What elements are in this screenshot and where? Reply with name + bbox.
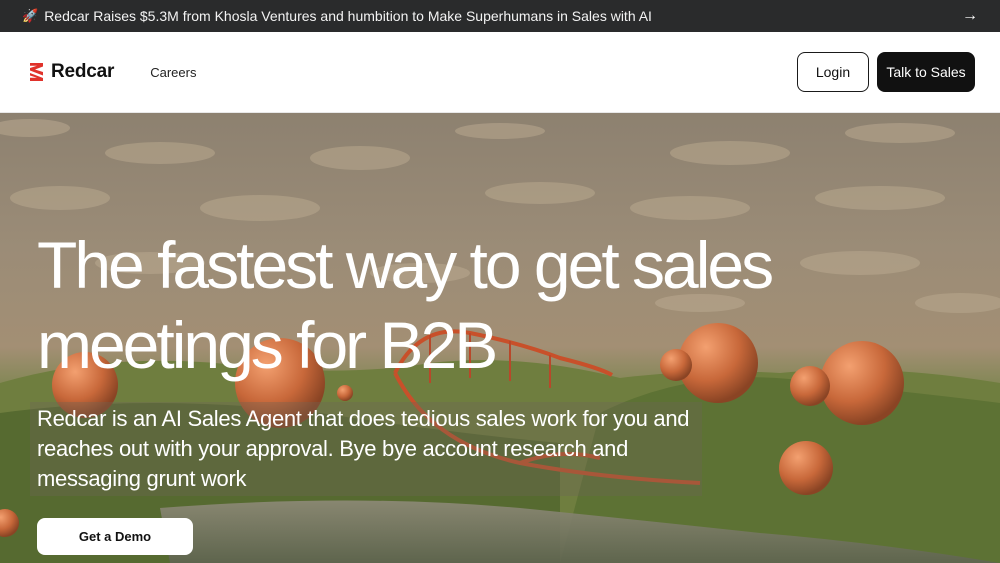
login-button[interactable]: Login [797, 52, 869, 92]
rocket-icon: 🚀 [22, 8, 39, 23]
navbar: Redcar Careers Login Talk to Sales [0, 32, 1000, 113]
hero-section: The fastest way to get sales meetings fo… [0, 113, 1000, 563]
announcement-bar[interactable]: 🚀 Redcar Raises $5.3M from Khosla Ventur… [0, 0, 1000, 32]
brand-name: Redcar [51, 61, 115, 82]
arrow-right-icon[interactable]: → [962, 7, 978, 25]
announcement-text[interactable]: Redcar Raises $5.3M from Khosla Ventures… [44, 8, 652, 24]
hero-subtitle: Redcar is an AI Sales Agent that does te… [37, 406, 690, 491]
hero-title-line1: The fastest way to get sales [37, 228, 774, 302]
get-a-demo-button[interactable]: Get a Demo [37, 518, 193, 555]
redcar-logo-icon [30, 63, 43, 81]
nav-link-careers[interactable]: Careers [150, 65, 196, 80]
hero-title: The fastest way to get sales meetings fo… [37, 225, 837, 385]
nav-actions: Login Talk to Sales [797, 52, 975, 92]
talk-to-sales-button[interactable]: Talk to Sales [877, 52, 975, 92]
hero-title-line2: meetings for B2B [37, 308, 498, 382]
logo[interactable]: Redcar [28, 61, 114, 83]
